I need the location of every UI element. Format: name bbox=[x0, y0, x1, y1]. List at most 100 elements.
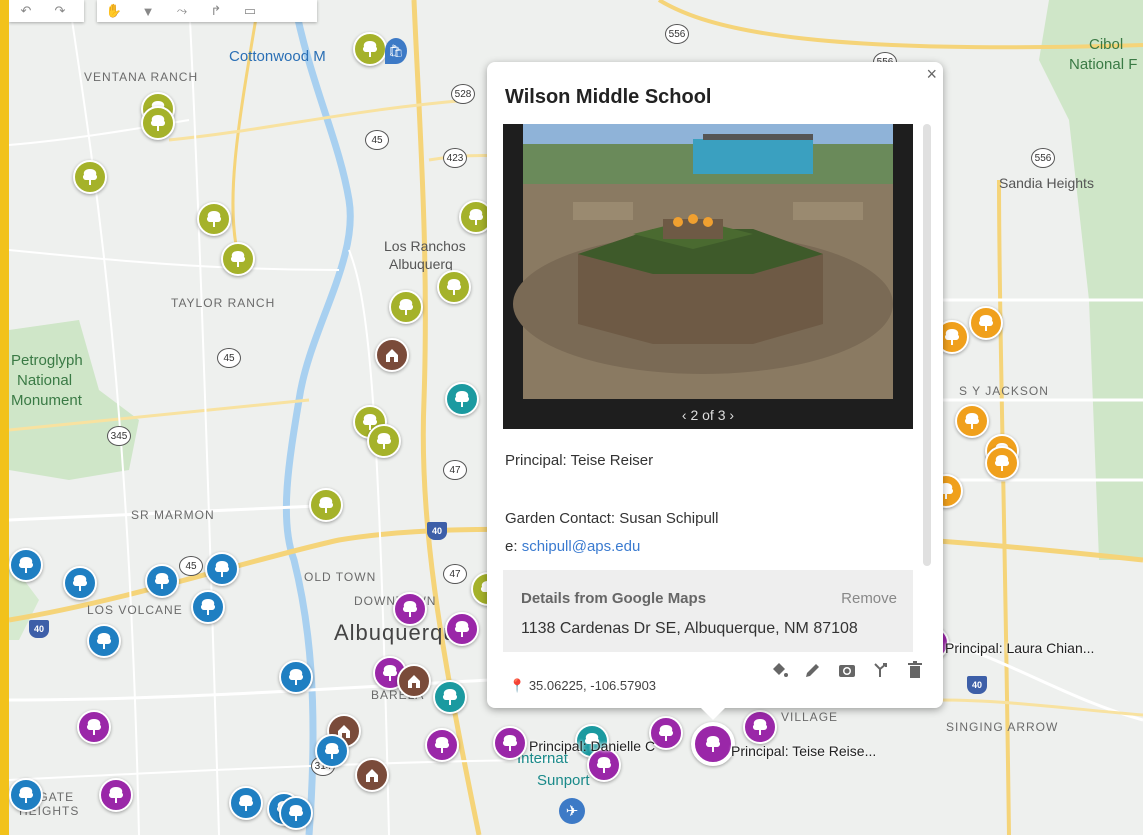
place-label: National bbox=[17, 372, 73, 389]
school-tree-marker[interactable] bbox=[87, 624, 121, 658]
route-shield: 45 bbox=[217, 348, 241, 368]
school-tree-marker[interactable] bbox=[445, 612, 479, 646]
garden-contact-text: Garden Contact: Susan Schipull bbox=[505, 510, 719, 527]
school-tree-marker[interactable] bbox=[493, 726, 527, 760]
school-tree-marker[interactable] bbox=[315, 734, 349, 768]
selected-school-marker[interactable] bbox=[691, 722, 735, 766]
edit-pencil-icon[interactable] bbox=[803, 660, 823, 680]
map-canvas[interactable]: ↶ ↷ ✋ ▼ ⤳ ↱ ▭ VENTANA RANCH Cottonwood M Cibol N… bbox=[9, 0, 1143, 835]
house-icon bbox=[386, 349, 398, 362]
coordinates: 📍 35.06225, -106.57903 bbox=[509, 678, 656, 694]
school-tree-marker[interactable] bbox=[279, 796, 313, 830]
email-link[interactable]: schipull@aps.edu bbox=[522, 538, 641, 555]
tree-icon bbox=[398, 299, 414, 315]
place-info-popup: × Wilson Middle School ‹ 2 of 3 › Princi… bbox=[487, 62, 943, 720]
school-tree-marker[interactable] bbox=[969, 306, 1003, 340]
school-tree-marker[interactable] bbox=[743, 710, 777, 744]
tree-icon bbox=[362, 41, 378, 57]
school-tree-marker[interactable] bbox=[433, 680, 467, 714]
school-tree-marker[interactable] bbox=[197, 202, 231, 236]
map-tools-toolbar[interactable]: ✋ ▼ ⤳ ↱ ▭ bbox=[97, 0, 317, 22]
popup-toolbar bbox=[769, 660, 925, 680]
place-photo[interactable]: ‹ 2 of 3 › bbox=[503, 124, 913, 429]
school-tree-marker[interactable] bbox=[955, 404, 989, 438]
place-title: Wilson Middle School bbox=[505, 86, 712, 108]
tree-icon bbox=[752, 719, 768, 735]
school-tree-marker[interactable] bbox=[99, 778, 133, 812]
popup-scrollbar[interactable] bbox=[923, 124, 931, 566]
redo-icon[interactable]: ↷ bbox=[43, 3, 77, 19]
tree-icon bbox=[108, 787, 124, 803]
school-tree-marker[interactable] bbox=[353, 32, 387, 66]
building-marker[interactable] bbox=[355, 758, 389, 792]
school-tree-marker[interactable] bbox=[77, 710, 111, 744]
school-tree-marker[interactable] bbox=[437, 270, 471, 304]
place-label: LOS VOLCANE bbox=[87, 603, 183, 617]
pin-icon: 📍 bbox=[509, 678, 526, 693]
place-label: National F bbox=[1069, 56, 1138, 73]
tree-icon bbox=[324, 743, 340, 759]
school-tree-marker[interactable] bbox=[425, 728, 459, 762]
school-tree-marker[interactable] bbox=[393, 592, 427, 626]
place-label: VILLAGE bbox=[781, 710, 839, 724]
marker-label: Principal: Teise Reise... bbox=[731, 743, 877, 759]
route-shield: 40 bbox=[967, 676, 987, 694]
building-marker[interactable] bbox=[375, 338, 409, 372]
marker-icon[interactable]: ▼ bbox=[131, 4, 165, 19]
tree-icon bbox=[442, 689, 458, 705]
school-tree-marker[interactable] bbox=[221, 242, 255, 276]
place-label: SINGING ARROW bbox=[946, 720, 1059, 734]
route-shield: 47 bbox=[443, 564, 467, 584]
remove-details-button[interactable]: Remove bbox=[841, 590, 897, 607]
tree-icon bbox=[502, 735, 518, 751]
school-tree-marker[interactable] bbox=[73, 160, 107, 194]
directions-arrow-icon[interactable] bbox=[871, 660, 891, 680]
building-marker[interactable] bbox=[397, 664, 431, 698]
school-tree-marker[interactable] bbox=[445, 382, 479, 416]
school-tree-marker[interactable] bbox=[229, 786, 263, 820]
history-toolbar[interactable]: ↶ ↷ bbox=[9, 0, 84, 22]
school-tree-marker[interactable] bbox=[279, 660, 313, 694]
tree-icon bbox=[318, 497, 334, 513]
school-tree-marker[interactable] bbox=[63, 566, 97, 600]
tree-icon bbox=[18, 787, 34, 803]
house-icon bbox=[408, 675, 420, 688]
undo-icon[interactable]: ↶ bbox=[9, 3, 43, 19]
school-tree-marker[interactable] bbox=[141, 106, 175, 140]
school-tree-marker[interactable] bbox=[191, 590, 225, 624]
ruler-icon[interactable]: ▭ bbox=[233, 3, 267, 19]
tree-icon bbox=[376, 433, 392, 449]
style-paint-icon[interactable] bbox=[769, 660, 789, 680]
school-tree-marker[interactable] bbox=[389, 290, 423, 324]
place-label: Cibol bbox=[1089, 36, 1124, 53]
address-text: 1138 Cardenas Dr SE, Albuquerque, NM 871… bbox=[521, 620, 858, 637]
route-shield: 528 bbox=[451, 84, 475, 104]
tree-icon bbox=[964, 413, 980, 429]
tree-icon bbox=[446, 279, 462, 295]
school-tree-marker[interactable] bbox=[367, 424, 401, 458]
route-shield: 45 bbox=[365, 130, 389, 150]
school-tree-marker[interactable] bbox=[9, 548, 43, 582]
tree-icon bbox=[994, 455, 1010, 471]
school-tree-marker[interactable] bbox=[985, 446, 1019, 480]
school-tree-marker[interactable] bbox=[9, 778, 43, 812]
school-tree-marker[interactable] bbox=[309, 488, 343, 522]
route-shield: 40 bbox=[427, 522, 447, 540]
delete-trash-icon[interactable] bbox=[905, 660, 925, 680]
school-tree-marker[interactable] bbox=[145, 564, 179, 598]
select-icon[interactable]: ✋ bbox=[97, 3, 131, 19]
airport-icon: ✈ bbox=[559, 798, 585, 824]
school-tree-marker[interactable] bbox=[205, 552, 239, 586]
tree-icon bbox=[82, 169, 98, 185]
tree-icon bbox=[230, 251, 246, 267]
tree-icon bbox=[288, 805, 304, 821]
place-label: TAYLOR RANCH bbox=[171, 296, 276, 310]
close-icon[interactable]: × bbox=[926, 64, 937, 85]
camera-icon[interactable] bbox=[837, 660, 857, 680]
draw-line-icon[interactable]: ⤳ bbox=[165, 3, 199, 19]
directions-icon[interactable]: ↱ bbox=[199, 3, 233, 19]
tree-icon bbox=[72, 575, 88, 591]
tree-icon bbox=[96, 633, 112, 649]
photo-pager[interactable]: ‹ 2 of 3 › bbox=[503, 407, 913, 423]
google-maps-details: Details from Google Maps Remove 1138 Car… bbox=[503, 570, 913, 652]
